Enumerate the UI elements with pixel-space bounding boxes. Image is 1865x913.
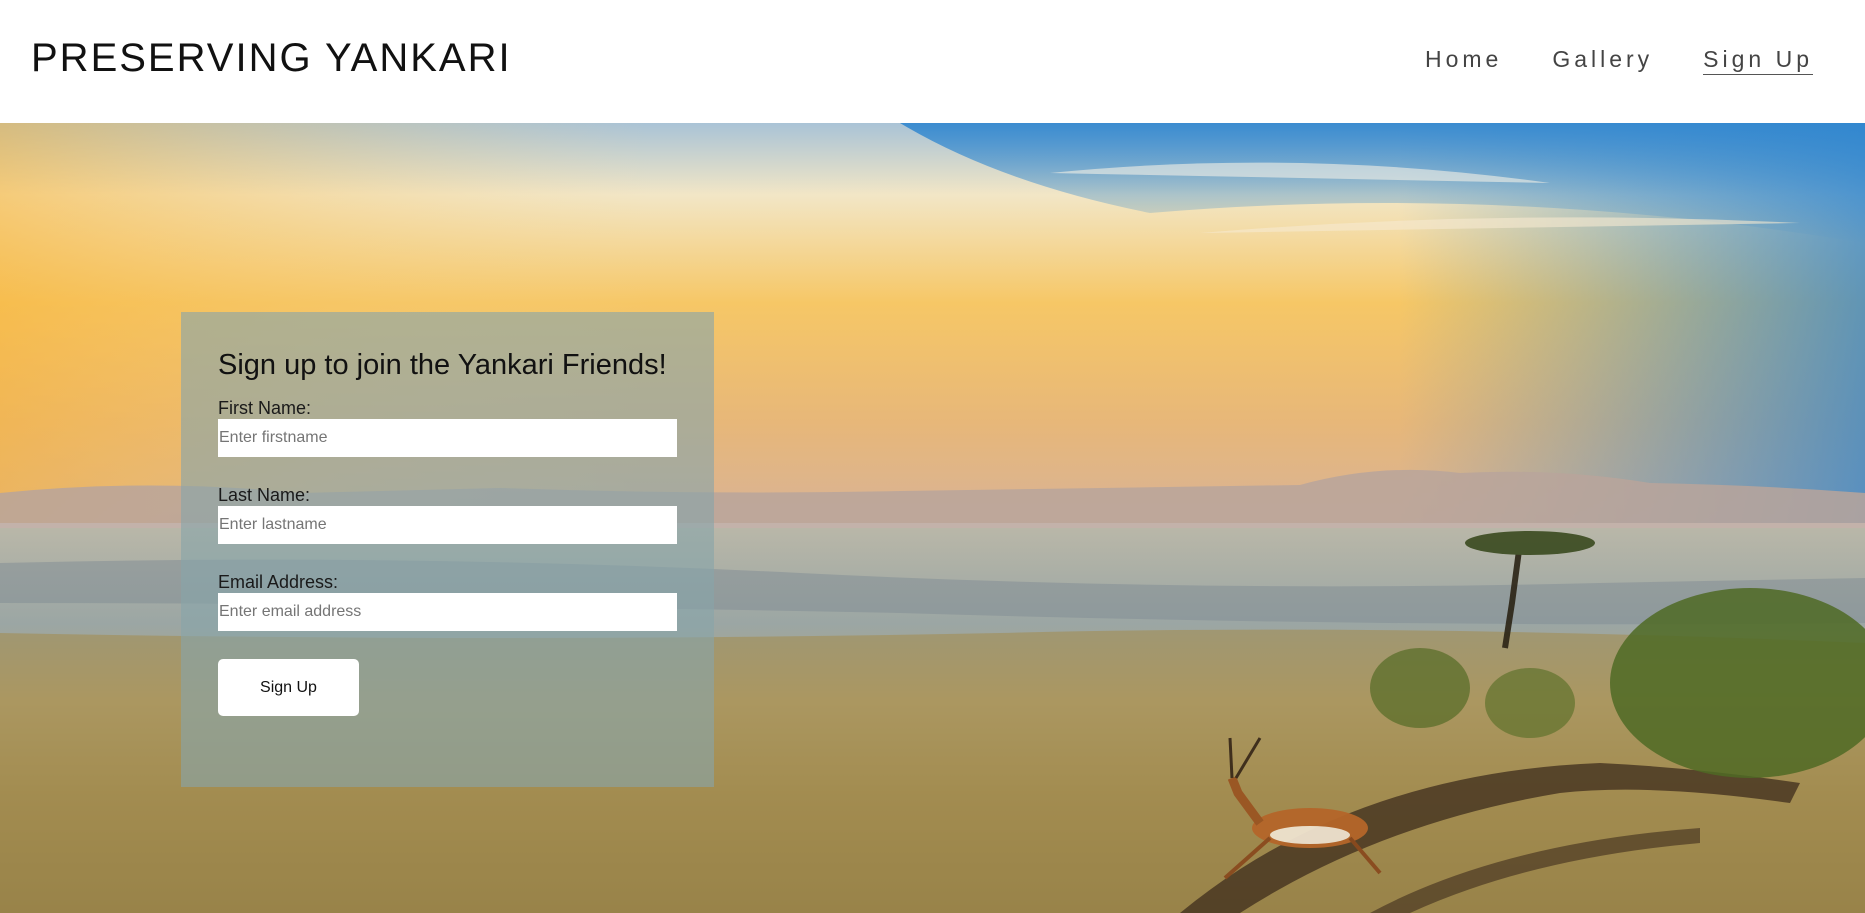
site-header: PRESERVING YANKARI Home Gallery Sign Up (0, 0, 1865, 123)
email-address-input[interactable] (218, 593, 677, 631)
first-name-label: First Name: (218, 398, 312, 418)
email-address-label: Email Address: (218, 572, 339, 592)
nav-link-home[interactable]: Home (1425, 44, 1502, 75)
last-name-input[interactable] (218, 506, 677, 544)
nav-link-sign-up[interactable]: Sign Up (1703, 44, 1813, 75)
last-name-label: Last Name: (218, 485, 311, 505)
site-title: PRESERVING YANKARI (31, 36, 512, 80)
nav-link-gallery[interactable]: Gallery (1552, 44, 1653, 75)
first-name-input[interactable] (218, 419, 677, 457)
signup-form-title: Sign up to join the Yankari Friends! (218, 349, 667, 381)
hero-section: Sign up to join the Yankari Friends! Fir… (0, 123, 1865, 913)
signup-form-panel: Sign up to join the Yankari Friends! Fir… (181, 312, 714, 787)
main-nav: Home Gallery Sign Up (1425, 44, 1813, 75)
sign-up-button[interactable]: Sign Up (218, 659, 359, 716)
